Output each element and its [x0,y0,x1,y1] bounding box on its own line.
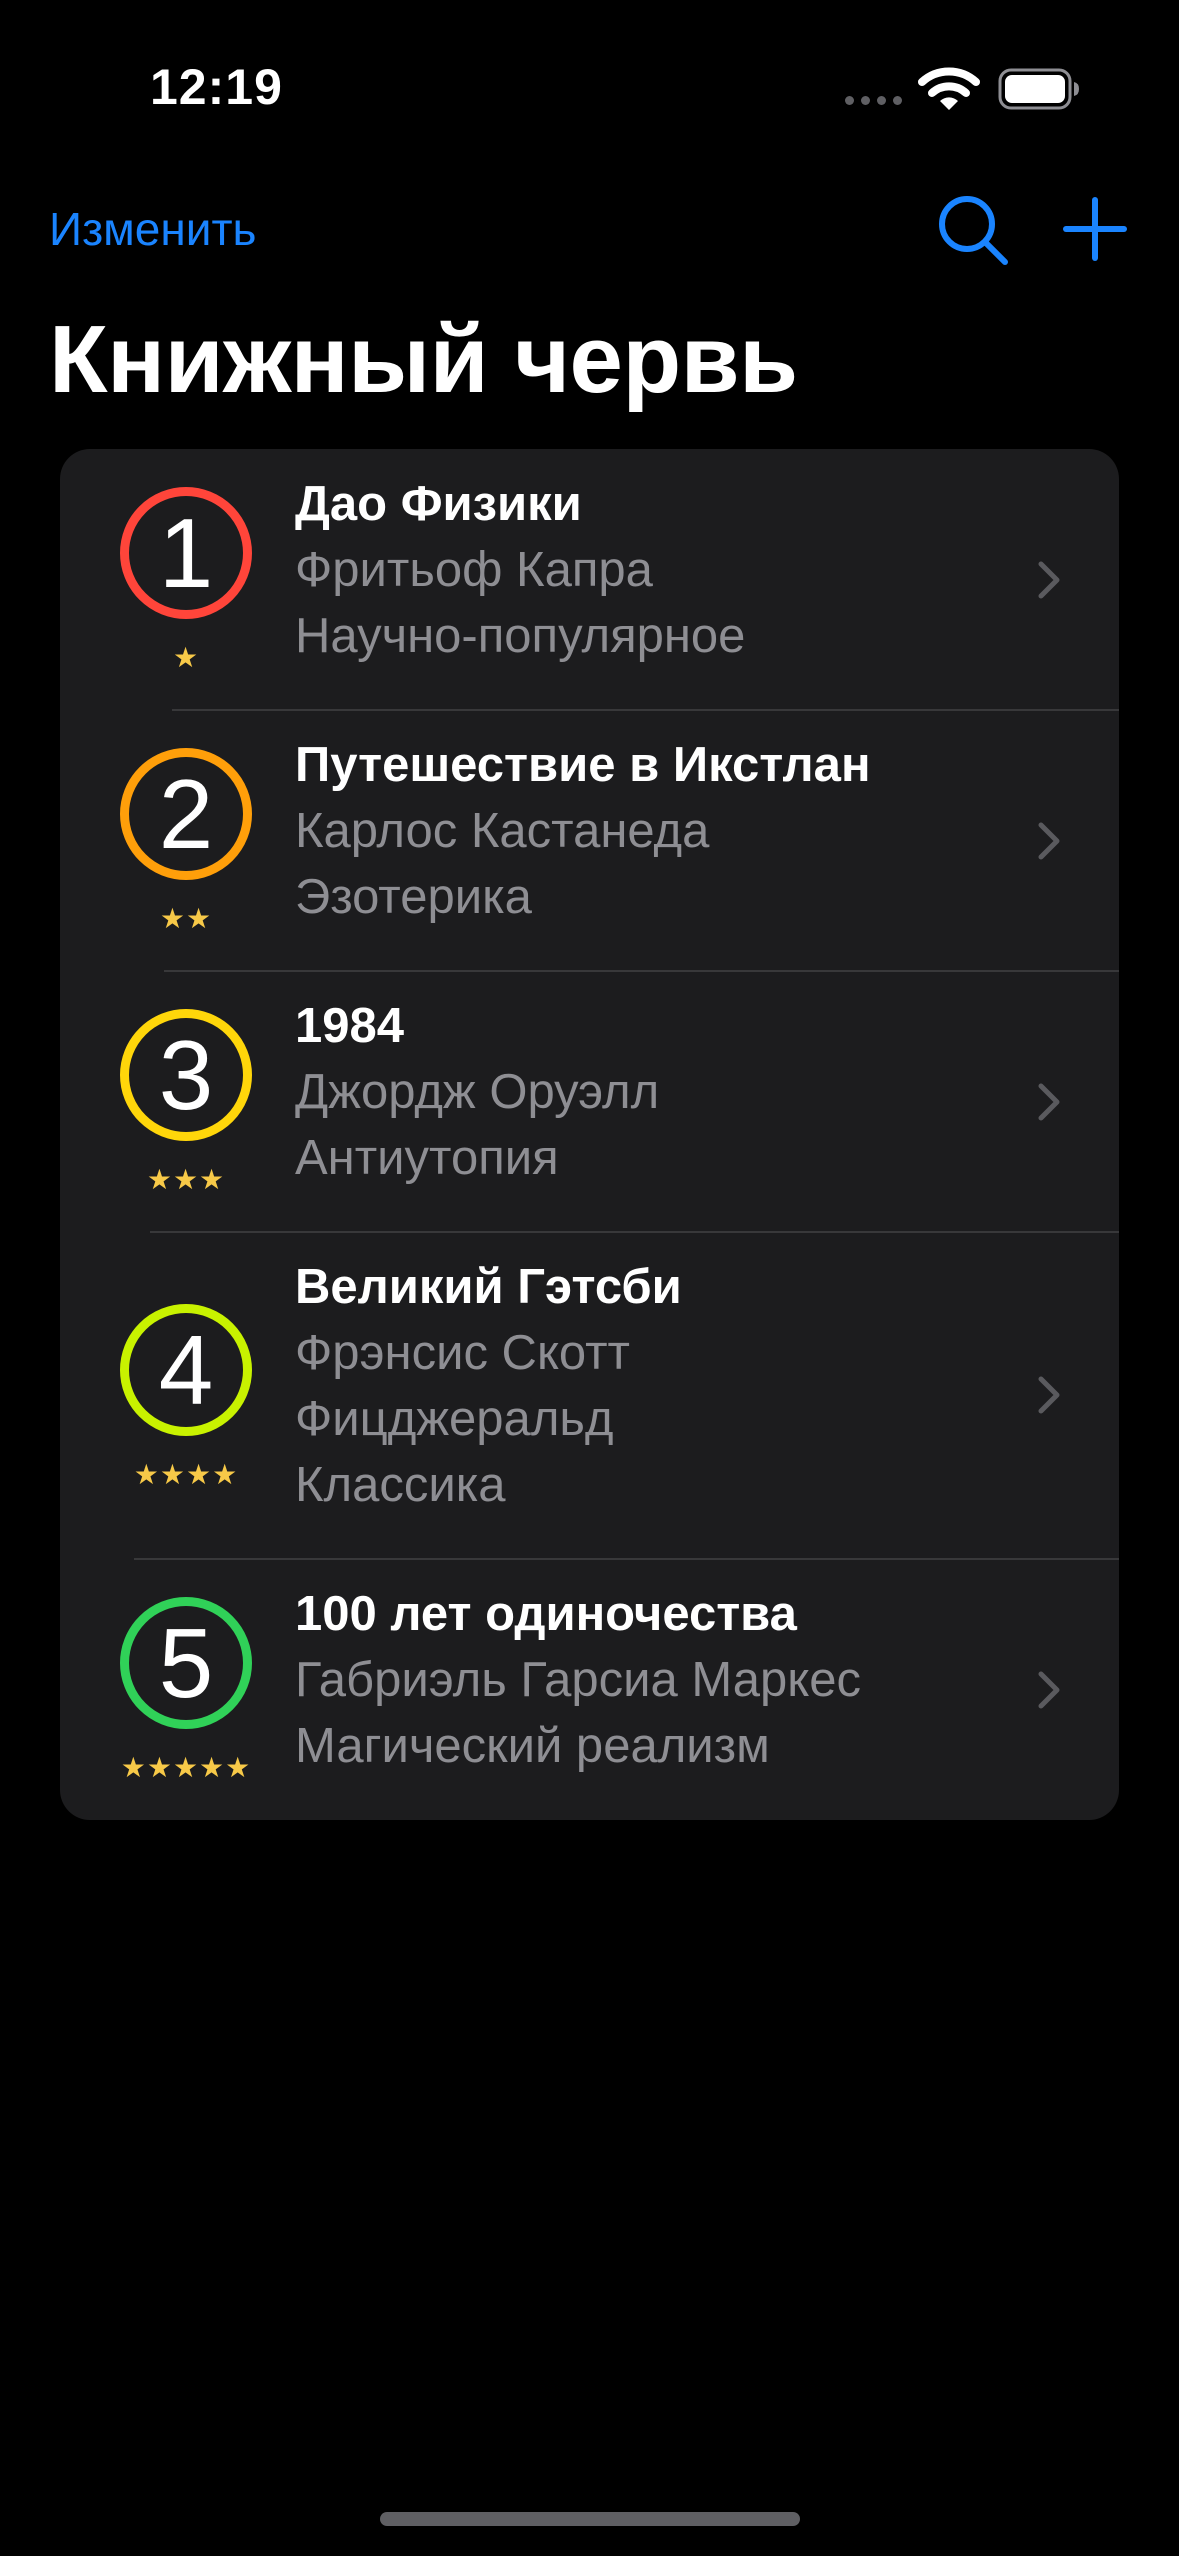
rank-badge: 1 [120,487,252,619]
add-icon[interactable] [1060,194,1130,264]
chevron-right-icon [1038,822,1060,860]
rank-badge: 4 [120,1304,252,1436]
book-genre: Классика [295,1458,506,1512]
cellular-signal-icon [845,96,905,106]
book-info: 1984 Джордж Оруэлл Антиутопия [295,993,995,1191]
home-indicator[interactable] [380,2512,800,2526]
search-icon[interactable] [935,192,1011,268]
page-title: Книжный червь [49,306,798,413]
status-time: 12:19 [150,59,283,115]
book-title: 100 лет одиночества [295,1587,797,1641]
rank-number: 1 [158,498,214,608]
rating-stars: ★ [172,642,200,673]
rank-number: 3 [158,1020,214,1130]
book-genre: Научно-популярное [295,609,746,663]
rating-stars: ★★ [159,903,213,934]
book-author: Фрэнсис Скотт Фицджеральд [295,1326,630,1446]
book-author: Габриэль Гарсиа Маркес [295,1653,862,1707]
rank-number: 5 [158,1608,214,1718]
book-row[interactable]: 2 ★★ Путешествие в Икстлан Карлос Кастан… [60,710,1119,971]
book-info: Путешествие в Икстлан Карлос Кастанеда Э… [295,732,995,930]
chevron-right-icon [1038,1671,1060,1709]
rank-badge: 5 [120,1597,252,1729]
rating-stars: ★★★★★ [120,1752,252,1783]
book-row[interactable]: 4 ★★★★ Великий Гэтсби Фрэнсис Скотт Фицд… [60,1232,1119,1559]
book-info: Великий Гэтсби Фрэнсис Скотт Фицджеральд… [295,1254,995,1518]
chevron-right-icon [1038,1083,1060,1121]
book-genre: Эзотерика [295,870,532,924]
book-title: 1984 [295,999,405,1053]
rank-badge: 3 [120,1009,252,1141]
rank-badge: 2 [120,748,252,880]
book-title: Путешествие в Икстлан [295,738,871,792]
rating-stars: ★★★★ [133,1459,239,1490]
book-row[interactable]: 3 ★★★ 1984 Джордж Оруэлл Антиутопия [60,971,1119,1232]
rank-number: 4 [158,1315,214,1425]
book-author: Карлос Кастанеда [295,804,710,858]
status-bar: 12:19 [0,0,1179,170]
chevron-right-icon [1038,561,1060,599]
rating-stars: ★★★ [146,1164,226,1195]
book-info: Дао Физики Фритьоф Капра Научно-популярн… [295,471,995,669]
navigation-bar: Изменить [0,180,1179,280]
battery-icon [998,68,1079,110]
chevron-right-icon [1038,1376,1060,1414]
rank-number: 2 [158,759,214,869]
book-genre: Антиутопия [295,1131,559,1185]
book-genre: Магический реализм [295,1719,770,1773]
book-title: Дао Физики [295,477,582,531]
book-row[interactable]: 1 ★ Дао Физики Фритьоф Капра Научно-попу… [60,449,1119,710]
book-author: Джордж Оруэлл [295,1065,660,1119]
book-row[interactable]: 5 ★★★★★ 100 лет одиночества Габриэль Гар… [60,1559,1119,1820]
book-info: 100 лет одиночества Габриэль Гарсиа Марк… [295,1581,995,1779]
book-title: Великий Гэтсби [295,1260,682,1314]
wifi-icon [918,67,980,110]
book-author: Фритьоф Капра [295,543,653,597]
books-list: 1 ★ Дао Физики Фритьоф Капра Научно-попу… [60,449,1119,1820]
edit-button[interactable]: Изменить [49,202,257,256]
